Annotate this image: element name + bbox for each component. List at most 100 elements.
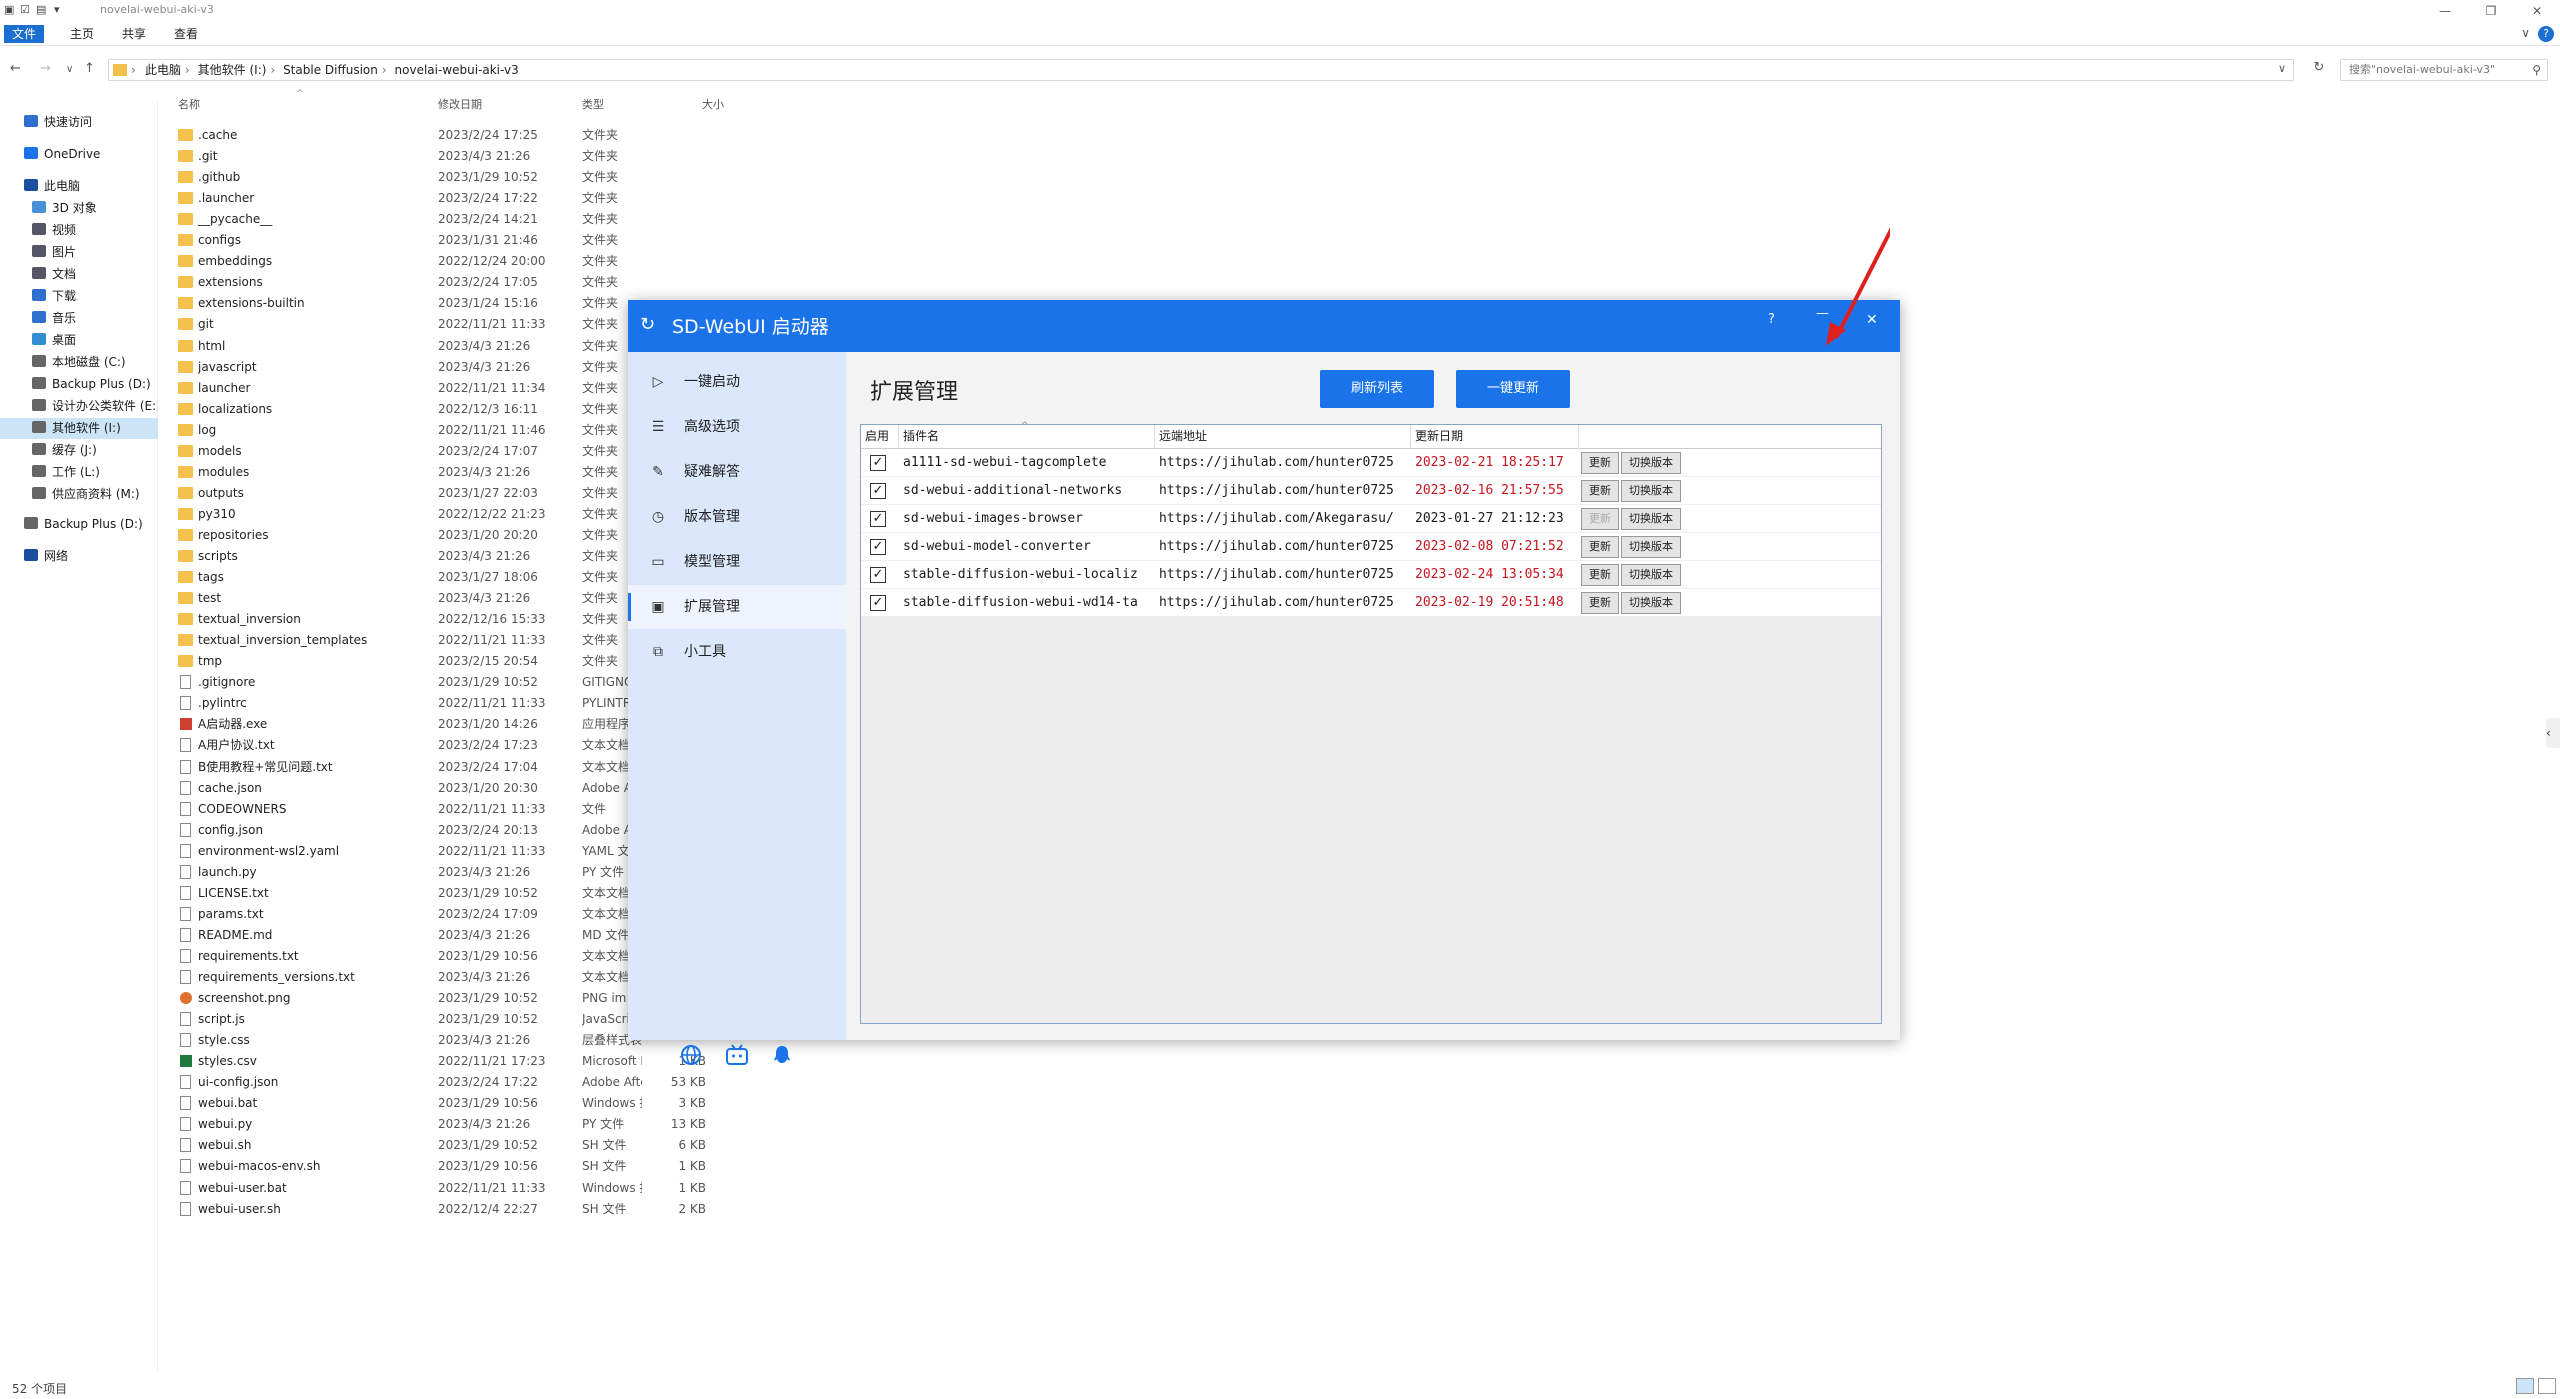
breadcrumb-stable-diffusion[interactable]: Stable Diffusion [283,63,378,77]
enable-checkbox[interactable]: ✓ [870,539,886,555]
tab-home[interactable]: 主页 [62,25,102,43]
address-dropdown-icon[interactable]: ∨ [2278,62,2286,75]
file-row[interactable]: webui-user.bat 2022/11/21 11:33 Windows 批处… [170,1178,790,1199]
sidebar-item[interactable]: 音乐 [0,308,158,329]
sidebar-item[interactable]: 其他软件 (I:) [0,418,158,439]
enable-checkbox[interactable]: ✓ [870,483,886,499]
switch-version-button[interactable]: 切换版本 [1621,480,1681,502]
column-name[interactable]: 名称 [178,95,200,115]
up-icon[interactable]: ↑ [84,61,95,76]
nav-item[interactable]: ✎ 疑难解答 [628,450,846,494]
minimize-button[interactable]: — [2422,0,2468,22]
column-enabled[interactable]: 启用 [861,425,899,449]
file-row[interactable]: webui-macos-env.sh 2023/1/29 10:56 SH 文件 1 … [170,1156,790,1177]
update-all-button[interactable]: 一键更新 [1456,370,1570,408]
update-button[interactable]: 更新 [1581,508,1619,530]
update-button[interactable]: 更新 [1581,564,1619,586]
sidebar-item[interactable]: 视频 [0,220,158,241]
switch-version-button[interactable]: 切换版本 [1621,508,1681,530]
column-size[interactable]: 大小 [702,95,724,115]
sidebar-item[interactable]: 工作 (L:) [0,462,158,483]
sidebar-item[interactable]: Backup Plus (D:) [0,514,158,535]
sidebar-item[interactable]: 桌面 [0,330,158,351]
enable-checkbox[interactable]: ✓ [870,567,886,583]
file-row[interactable]: .git 2023/4/3 21:26 文件夹 [170,146,790,167]
breadcrumb-current-folder[interactable]: novelai-webui-aki-v3 [395,63,519,77]
file-row[interactable]: .github 2023/1/29 10:52 文件夹 [170,167,790,188]
nav-item[interactable]: ▣ 扩展管理 [628,585,846,629]
column-type[interactable]: 类型 [582,95,604,115]
tab-file[interactable]: 文件 [4,25,45,43]
search-input[interactable]: 搜索"novelai-webui-aki-v3" ⚲ [2340,59,2548,81]
column-update-date[interactable]: 更新日期 [1411,425,1579,449]
sidebar-item[interactable]: 快速访问 [0,112,158,133]
side-collapse-tab[interactable]: ‹ [2546,718,2560,748]
nav-item[interactable]: ⧉ 小工具 [628,630,846,674]
file-row[interactable]: webui-user.sh 2022/12/4 22:27 SH 文件 2 KB [170,1199,790,1220]
nav-item[interactable]: ◷ 版本管理 [628,495,846,539]
file-row[interactable]: webui.bat 2023/1/29 10:56 Windows 批处理... 3 … [170,1093,790,1114]
tab-view[interactable]: 查看 [166,25,206,43]
update-button[interactable]: 更新 [1581,480,1619,502]
sidebar-item[interactable]: 图片 [0,242,158,263]
enable-checkbox[interactable]: ✓ [870,511,886,527]
sidebar-item[interactable]: OneDrive [0,144,158,165]
file-row[interactable]: extensions 2023/2/24 17:05 文件夹 [170,272,790,293]
column-date[interactable]: 修改日期 [438,95,482,115]
sidebar-item[interactable]: 文档 [0,264,158,285]
chevron-down-icon[interactable]: ▾ [54,3,60,16]
refresh-list-button[interactable]: 刷新列表 [1320,370,1434,408]
file-row[interactable]: configs 2023/1/31 21:46 文件夹 [170,230,790,251]
enable-checkbox[interactable]: ✓ [870,595,886,611]
switch-version-button[interactable]: 切换版本 [1621,592,1681,614]
address-bar[interactable]: › 此电脑 › 其他软件 (I:) › Stable Diffusion › nove… [108,59,2294,81]
refresh-icon[interactable]: ↻ [2308,60,2330,80]
enable-checkbox[interactable]: ✓ [870,455,886,471]
file-row[interactable]: .launcher 2023/2/24 17:22 文件夹 [170,188,790,209]
sidebar-item[interactable]: 本地磁盘 (C:) [0,352,158,373]
bilibili-icon[interactable] [725,1044,749,1071]
sidebar-item[interactable]: 设计办公类软件 (E: [0,396,158,417]
launcher-help-button[interactable]: ? [1768,312,1775,327]
breadcrumb-this-pc[interactable]: 此电脑 [145,63,181,77]
switch-version-button[interactable]: 切换版本 [1621,564,1681,586]
sidebar-item[interactable]: 网络 [0,546,158,567]
switch-version-button[interactable]: 切换版本 [1621,536,1681,558]
help-icon[interactable]: ? [2538,26,2554,42]
update-button[interactable]: 更新 [1581,536,1619,558]
tab-share[interactable]: 共享 [114,25,154,43]
back-icon[interactable]: ← [10,61,21,76]
sidebar-item[interactable]: 3D 对象 [0,198,158,219]
file-row[interactable]: webui.py 2023/4/3 21:26 PY 文件 13 KB [170,1114,790,1135]
column-remote-url[interactable]: 远端地址 [1155,425,1411,449]
file-row[interactable]: __pycache__ 2023/2/24 14:21 文件夹 [170,209,790,230]
folder-icon [178,571,193,584]
nav-item[interactable]: ▷ 一键启动 [628,360,846,404]
sidebar-item[interactable]: Backup Plus (D:) [0,374,158,395]
file-row[interactable]: webui.sh 2023/1/29 10:52 SH 文件 6 KB [170,1135,790,1156]
recent-chevron-icon[interactable]: ∨ [66,64,73,75]
checkbox-icon[interactable]: ☑ [20,3,30,16]
switch-version-button[interactable]: 切换版本 [1621,452,1681,474]
folder-small-icon[interactable]: ▤ [36,3,46,16]
large-icons-view-icon[interactable] [2538,1378,2556,1394]
nav-item[interactable]: ▭ 模型管理 [628,540,846,584]
details-view-icon[interactable] [2516,1378,2534,1394]
close-button[interactable]: ✕ [2514,0,2560,22]
sidebar-item[interactable]: 下载 [0,286,158,307]
sidebar-item[interactable]: 供应商资料 (M:) [0,484,158,505]
nav-item[interactable]: ☰ 高级选项 [628,405,846,449]
globe-icon[interactable] [680,1044,702,1071]
file-row[interactable]: embeddings 2022/12/24 20:00 文件夹 [170,251,790,272]
file-row[interactable]: ui-config.json 2023/2/24 17:22 Adobe After… [170,1072,790,1093]
update-button[interactable]: 更新 [1581,592,1619,614]
breadcrumb-drive-i[interactable]: 其他软件 (I:) [198,63,267,77]
update-button[interactable]: 更新 [1581,452,1619,474]
sidebar-item[interactable]: 缓存 (J:) [0,440,158,461]
maximize-button[interactable]: ❐ [2468,0,2514,22]
file-row[interactable]: .cache 2023/2/24 17:25 文件夹 [170,125,790,146]
expand-ribbon-icon[interactable]: ∨ [2521,26,2530,40]
sidebar-item[interactable]: 此电脑 [0,176,158,197]
forward-icon[interactable]: → [40,61,51,76]
qq-icon[interactable] [771,1044,793,1071]
